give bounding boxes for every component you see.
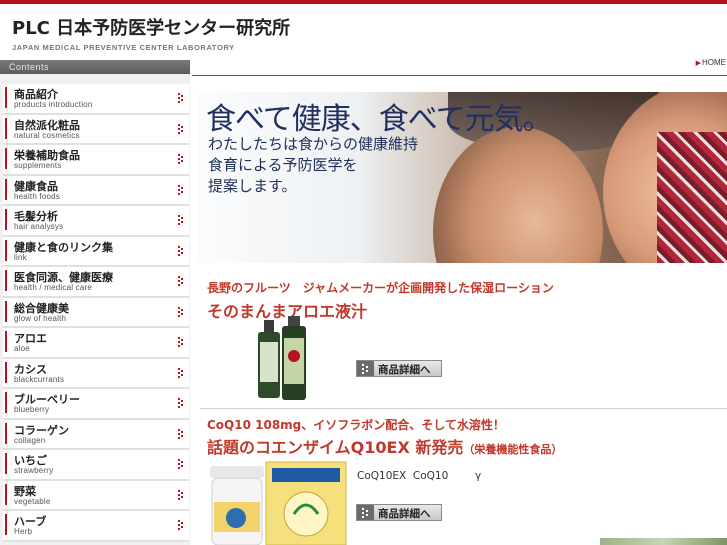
sidebar-item-sublabel: strawberry: [14, 466, 54, 475]
sidebar-item-herb[interactable]: ハーブ Herb: [3, 511, 189, 542]
promo1-detail-button[interactable]: 商品詳細へ: [356, 360, 442, 377]
sidebar-item-products-introduction[interactable]: 商品紹介 products introduction: [3, 84, 189, 115]
sidebar-item-health-foods[interactable]: 健康食品 health foods: [3, 175, 189, 206]
logo-title: PLC 日本予防医学センター研究所: [12, 18, 291, 39]
sidebar-item-sublabel: Herb: [14, 527, 33, 536]
sidebar-item-sublabel: collagen: [14, 435, 46, 445]
dots-icon: [178, 398, 184, 408]
sidebar-item-health-medical-care[interactable]: 医食同源、健康医療 health / medical care: [3, 267, 189, 298]
site-logo[interactable]: PLC 日本予防医学センター研究所 JAPAN MEDICAL PREVENTI…: [12, 14, 290, 52]
sidebar-item-sublabel: vegetable: [14, 496, 51, 506]
sidebar: Contents 商品紹介 products introduction 自然派化粧品…: [0, 60, 190, 545]
sidebar-item-sublabel: supplements: [14, 161, 62, 170]
sidebar-item-marker: [5, 453, 7, 474]
promo1-detail-label: 商品詳細へ: [378, 364, 431, 376]
dots-icon: [178, 337, 184, 347]
sidebar-item-marker: [5, 483, 7, 505]
logo-subtitle: JAPAN MEDICAL PREVENTIVE CENTER LABORATO…: [12, 43, 235, 52]
sidebar-item-aloe[interactable]: アロエ aloe: [3, 328, 189, 359]
promo2-detail-button[interactable]: 商品詳細へ: [356, 504, 442, 521]
dots-icon: [178, 184, 184, 195]
home-link[interactable]: ▶HOME: [696, 58, 726, 67]
dots-icon: [178, 459, 184, 469]
sidebar-item-marker: [5, 239, 7, 261]
header-divider: [192, 75, 727, 76]
hero-headline: 食べて健康、食べて元気。: [206, 102, 553, 137]
dots-icon: [178, 306, 184, 317]
sidebar-item-marker: [5, 209, 7, 230]
sidebar-item-marker: [5, 148, 7, 169]
sidebar-item-marker: [5, 422, 7, 444]
sidebar-item-sublabel: link: [14, 252, 27, 262]
promo2-note: （栄養機能性食品）: [463, 443, 563, 456]
sidebar-item-marker: [5, 178, 7, 200]
top-accent-bar: [0, 0, 727, 4]
promo2-subtitle: CoQ10 108mg、イソフラボン配合、そして水溶性！: [207, 418, 505, 432]
aloe-lotion-product-image: [258, 316, 306, 400]
dots-icon: [178, 428, 184, 439]
dots-icon: [178, 489, 184, 500]
promo2-title-text: 話題のコエンザイムQ10EX 新発売: [207, 438, 464, 457]
sidebar-item-sublabel: health / medical care: [14, 283, 93, 292]
sidebar-item-marker: [5, 514, 7, 535]
dots-icon: [178, 367, 184, 378]
arrow-right-icon: ▶: [695, 60, 701, 67]
dots-icon: [178, 93, 184, 103]
next-promo-image-edge: [600, 538, 727, 545]
dots-icon: [178, 215, 184, 225]
sidebar-item-strawberry[interactable]: いちご strawberry: [3, 450, 189, 481]
sidebar-item-marker: [5, 361, 7, 383]
sidebar-item-label: 健康と食のリンク集: [14, 240, 113, 254]
dots-icon: [178, 276, 184, 286]
dots-icon: [357, 361, 374, 376]
sidebar-item-sublabel: health foods: [14, 191, 60, 201]
sidebar-item-sublabel: hair analysys: [14, 222, 64, 231]
sidebar-item-marker: [5, 300, 7, 322]
dots-icon: [178, 245, 184, 256]
promo2-title[interactable]: 話題のコエンザイムQ10EX 新発売（栄養機能性食品）: [207, 434, 562, 458]
sidebar-item-collagen[interactable]: コラーゲン collagen: [3, 419, 189, 450]
dots-icon: [357, 505, 374, 520]
sidebar-item-marker: [5, 270, 7, 291]
sidebar-item-sublabel: blueberry: [14, 405, 50, 414]
sidebar-item-sublabel: glow of health: [14, 313, 67, 323]
sidebar-item-supplements[interactable]: 栄養補助食品 supplements: [3, 145, 189, 176]
sidebar-heading: Contents: [0, 60, 190, 74]
hero-photo-scarf: [657, 132, 727, 263]
sidebar-item-sublabel: aloe: [14, 344, 30, 353]
sidebar-item-marker: [5, 392, 7, 413]
sidebar-item-blackcurrants[interactable]: カシス blackcurrants: [3, 358, 189, 389]
sidebar-item-sublabel: blackcurrants: [14, 374, 65, 384]
promo-separator: [200, 408, 727, 409]
sidebar-item-link[interactable]: 健康と食のリンク集 link: [3, 236, 189, 267]
promo2-detail-label: 商品詳細へ: [378, 508, 431, 520]
sidebar-item-sublabel: natural cosmetics: [14, 130, 80, 140]
sidebar-item-marker: [5, 87, 7, 108]
home-link-label: HOME: [702, 58, 726, 67]
dots-icon: [178, 123, 184, 134]
sidebar-item-natural-cosmetics[interactable]: 自然派化粧品 natural cosmetics: [3, 114, 189, 145]
promo1-subtitle: 長野のフルーツ ジャムメーカーが企画開発した保湿ローション: [207, 281, 554, 295]
dots-icon: [178, 520, 184, 530]
sidebar-item-sublabel: products introduction: [14, 100, 93, 109]
hero-banner: 食べて健康、食べて元気。 わたしたちは食からの健康維持 食育による予防医学を 提…: [198, 92, 727, 263]
sidebar-item-glow-of-health[interactable]: 総合健康美 glow of health: [3, 297, 189, 328]
coq10-product-image: [210, 461, 347, 545]
promo2-description: CoQ10EX CoQ10 γ: [357, 470, 482, 482]
sidebar-item-marker: [5, 117, 7, 139]
sidebar-nav: 商品紹介 products introduction 自然派化粧品 natural c…: [3, 84, 189, 542]
sidebar-item-hair-analysys[interactable]: 毛髪分析 hair analysys: [3, 206, 189, 237]
dots-icon: [178, 154, 184, 164]
sidebar-item-vegetable[interactable]: 野菜 vegetable: [3, 480, 189, 511]
sidebar-item-blueberry[interactable]: ブルーベリー blueberry: [3, 389, 189, 420]
hero-body-text: わたしたちは食からの健康維持 食育による予防医学を 提案します。: [208, 135, 419, 195]
sidebar-item-marker: [5, 331, 7, 352]
